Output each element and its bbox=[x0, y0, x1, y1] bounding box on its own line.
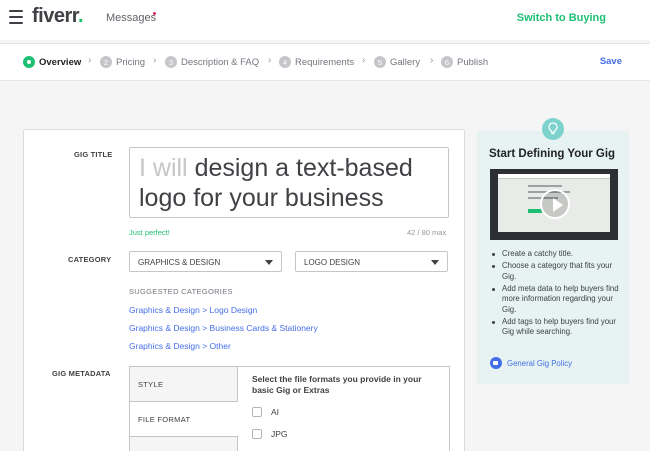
chevron-right-icon: › bbox=[430, 55, 434, 66]
step-label: Description & FAQ bbox=[181, 56, 260, 68]
metadata-panel: STYLE FILE FORMAT Select the file format… bbox=[129, 366, 450, 451]
logo-dot: . bbox=[77, 5, 84, 27]
format-label: JPG bbox=[271, 429, 288, 439]
step-description-faq[interactable]: 3 Description & FAQ bbox=[165, 55, 259, 69]
format-option-jpg[interactable]: JPG bbox=[252, 429, 288, 439]
messages-link[interactable]: Messages bbox=[106, 12, 156, 24]
video-thumbnail-header bbox=[498, 174, 610, 179]
format-label: AI bbox=[271, 407, 280, 417]
step-number: 3 bbox=[165, 56, 177, 68]
step-number: 2 bbox=[100, 56, 112, 68]
title-char-count: 42 / 80 max bbox=[407, 228, 447, 237]
step-overview[interactable]: Overview bbox=[23, 55, 81, 69]
overview-form: GIG TITLE I will design a text-based log… bbox=[23, 129, 465, 451]
step-number: 4 bbox=[279, 56, 291, 68]
thumbnail-line bbox=[528, 185, 562, 187]
title-prefix: I will bbox=[139, 154, 188, 182]
caret-down-icon bbox=[431, 260, 439, 265]
switch-to-buying-link[interactable]: Switch to Buying bbox=[517, 12, 606, 24]
video-icon bbox=[490, 357, 502, 369]
gig-creation-steps: Overview › 2 Pricing › 3 Description & FAQ… bbox=[0, 43, 650, 81]
metadata-tab-file-format[interactable]: FILE FORMAT bbox=[130, 402, 239, 437]
step-number: 5 bbox=[374, 56, 386, 68]
gig-metadata-label: GIG METADATA bbox=[52, 369, 111, 378]
fiverr-logo[interactable]: fiverr. bbox=[32, 5, 84, 28]
unread-indicator bbox=[153, 12, 156, 15]
caret-down-icon bbox=[265, 260, 273, 265]
checkbox[interactable] bbox=[252, 407, 262, 417]
metadata-tab-style[interactable]: STYLE bbox=[130, 367, 238, 402]
suggested-category-link[interactable]: Graphics & Design > Other bbox=[129, 341, 231, 351]
chevron-right-icon: › bbox=[268, 55, 272, 66]
step-number: 6 bbox=[441, 56, 453, 68]
category-value: GRAPHICS & DESIGN bbox=[138, 258, 221, 267]
step-label: Pricing bbox=[116, 56, 146, 68]
top-navigation: fiverr. Messages Switch to Buying bbox=[0, 0, 650, 40]
step-label: Overview bbox=[39, 56, 82, 68]
policy-label: General Gig Policy bbox=[507, 358, 573, 368]
category-select[interactable]: GRAPHICS & DESIGN bbox=[129, 251, 282, 272]
lightbulb-icon bbox=[542, 118, 564, 140]
category-label: CATEGORY bbox=[68, 255, 112, 264]
gig-title-label: GIG TITLE bbox=[74, 150, 113, 159]
suggested-category-link[interactable]: Graphics & Design > Logo Design bbox=[129, 305, 257, 315]
tutorial-video[interactable] bbox=[490, 169, 618, 240]
subcategory-value: LOGO DESIGN bbox=[304, 258, 361, 267]
thumbnail-button bbox=[528, 209, 542, 213]
chevron-right-icon: › bbox=[153, 55, 157, 66]
play-icon[interactable] bbox=[540, 189, 570, 219]
suggested-categories-heading: SUGGESTED CATEGORIES bbox=[129, 287, 233, 296]
step-label: Gallery bbox=[390, 56, 421, 68]
tips-list: Create a catchy title. Choose a category… bbox=[490, 249, 622, 339]
format-option-ai[interactable]: AI bbox=[252, 407, 279, 417]
logo-text: fiverr bbox=[32, 5, 78, 27]
step-active-icon bbox=[23, 56, 35, 68]
chevron-right-icon: › bbox=[88, 55, 92, 66]
gig-title-input[interactable]: I will design a text-based logo for your… bbox=[129, 147, 449, 218]
metadata-tab-more[interactable] bbox=[130, 437, 238, 451]
metadata-question: Select the file formats you provide in y… bbox=[252, 374, 422, 395]
step-publish[interactable]: 6 Publish bbox=[441, 55, 488, 69]
chevron-right-icon: › bbox=[362, 55, 366, 66]
suggested-category-link[interactable]: Graphics & Design > Business Cards & Sta… bbox=[129, 323, 318, 333]
metadata-tabs: STYLE FILE FORMAT bbox=[130, 367, 239, 451]
step-pricing[interactable]: 2 Pricing bbox=[100, 55, 145, 69]
save-button[interactable]: Save bbox=[600, 56, 622, 67]
checkbox[interactable] bbox=[252, 429, 262, 439]
gig-policy-link[interactable]: General Gig Policy bbox=[490, 357, 572, 369]
tip-item: Choose a category that fits your Gig. bbox=[490, 261, 622, 282]
step-gallery[interactable]: 5 Gallery bbox=[374, 55, 420, 69]
tip-item: Add meta data to help buyers find more i… bbox=[490, 284, 622, 316]
menu-icon[interactable] bbox=[9, 10, 23, 24]
tip-item: Create a catchy title. bbox=[490, 249, 622, 260]
tips-panel: Start Defining Your Gig Create a catchy … bbox=[477, 131, 629, 384]
step-requirements[interactable]: 4 Requirements bbox=[279, 55, 354, 69]
tip-item: Add tags to help buyers find your Gig wh… bbox=[490, 317, 622, 338]
title-feedback: Just perfect! bbox=[129, 228, 170, 237]
step-label: Publish bbox=[457, 56, 489, 68]
subcategory-select[interactable]: LOGO DESIGN bbox=[295, 251, 448, 272]
step-label: Requirements bbox=[295, 56, 355, 68]
tips-title: Start Defining Your Gig bbox=[489, 148, 616, 160]
